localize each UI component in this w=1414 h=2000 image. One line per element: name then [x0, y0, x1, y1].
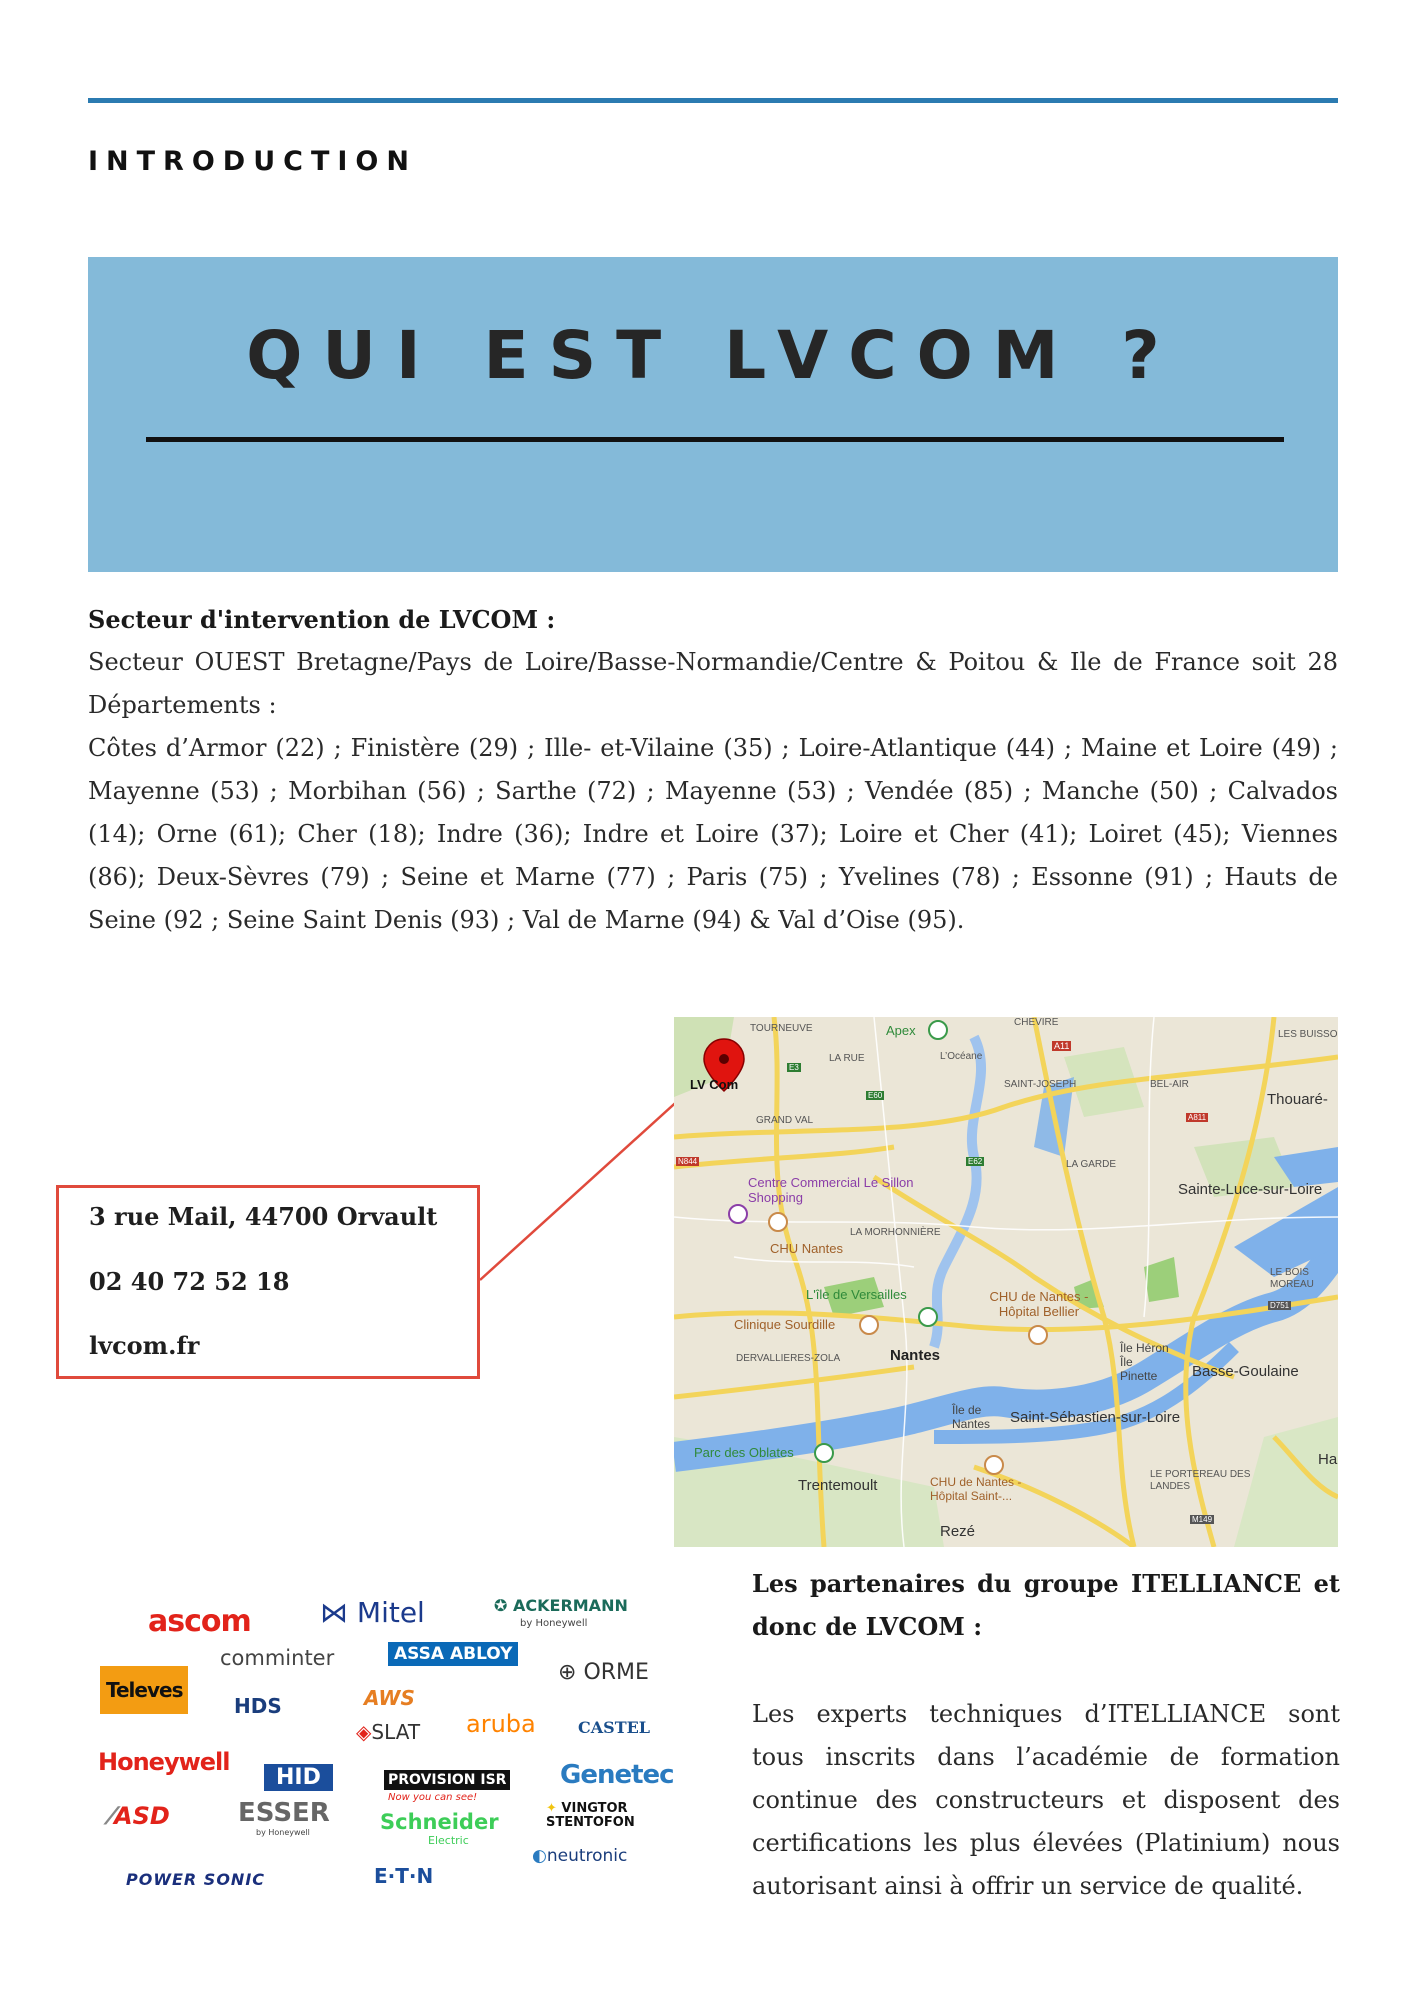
mitel-icon: ⋈	[320, 1596, 357, 1629]
hds-logo: HDS	[234, 1694, 282, 1718]
map-label: LA MORHONNIÈRE	[850, 1227, 941, 1238]
map-label: GRAND VAL	[756, 1115, 814, 1126]
map-label: Hau	[1318, 1451, 1338, 1468]
map-label: Rezé	[940, 1523, 976, 1540]
slat-icon: ◈	[356, 1720, 372, 1744]
map-label: LA RUE	[829, 1053, 865, 1064]
provision-logo: PROVISION ISR	[384, 1770, 511, 1790]
map-label: Parc des Oblates	[694, 1445, 794, 1460]
ackermann-sub: by Honeywell	[520, 1618, 588, 1629]
slat-logo: ◈SLAT	[356, 1720, 420, 1744]
orme-logo-text: ORME	[583, 1660, 649, 1685]
map-road-shield: E3	[787, 1063, 801, 1072]
neutronic-logo-text: neutronic	[546, 1846, 628, 1866]
map-label: L’Océane	[940, 1051, 983, 1062]
map-marker-label: LV Com	[690, 1077, 739, 1092]
map-road-shield: E60	[866, 1091, 885, 1100]
map-label: Nantes	[890, 1347, 941, 1364]
ackermann-logo: ✪ ACKERMANN	[494, 1596, 628, 1615]
contact-address: 3 rue Mail, 44700 Orvault	[89, 1202, 438, 1231]
map-label: L'île de Versailles	[806, 1287, 907, 1302]
contact-website[interactable]: lvcom.fr	[89, 1331, 199, 1360]
contact-box: 3 rue Mail, 44700 Orvault 02 40 72 52 18…	[56, 1185, 480, 1379]
map-road-shield: E62	[966, 1157, 985, 1166]
asd-logo: ⁄ASD	[110, 1802, 170, 1830]
mitel-logo-text: Mitel	[356, 1596, 425, 1629]
map-label: Sainte-Luce-sur-Loire	[1178, 1181, 1323, 1198]
orme-logo: ⊕ ORME	[558, 1660, 649, 1685]
map-road-shield: N844	[676, 1157, 700, 1166]
map-label: Île de Nantes	[952, 1403, 991, 1431]
comminter-logo: comminter	[220, 1646, 335, 1670]
map-label: LE BOIS MOREAU	[1270, 1267, 1314, 1290]
aruba-logo: aruba	[466, 1710, 536, 1738]
map-label: Basse-Goulaine	[1192, 1363, 1299, 1380]
map-label: LA GARDE	[1066, 1159, 1117, 1170]
honeywell-logo: Honeywell	[98, 1748, 230, 1776]
map-labels: TOURNEUVE Apex CHEVIRE LES BUISSO LA RUE…	[674, 1017, 1338, 1547]
mitel-logo: ⋈ Mitel	[320, 1596, 425, 1629]
map-label: LE PORTEREAU DES LANDES	[1150, 1469, 1251, 1492]
map-label: LES BUISSO	[1278, 1029, 1338, 1040]
esser-sub: by Honeywell	[256, 1828, 310, 1837]
contact-phone[interactable]: 02 40 72 52 18	[89, 1267, 289, 1296]
esser-logo: ESSER	[238, 1798, 330, 1828]
map-label: CHU de Nantes - Hôpital Saint-...	[930, 1475, 1022, 1503]
map-label: Thouaré-	[1267, 1091, 1328, 1108]
map-label: CHU Nantes	[770, 1241, 843, 1256]
map-label: CHEVIRE	[1014, 1017, 1059, 1028]
map-label: CHU de Nantes - Hôpital Bellier	[989, 1289, 1089, 1319]
map-label: Trentemoult	[798, 1477, 878, 1494]
schneider-logo: Schneider	[380, 1810, 499, 1834]
orme-icon: ⊕	[558, 1660, 584, 1685]
map-road-shield: D751	[1268, 1301, 1292, 1310]
televes-logo: Televes	[100, 1666, 189, 1714]
hid-logo: HID	[264, 1764, 333, 1791]
map-label: DERVALLIERES-ZOLA	[736, 1353, 841, 1364]
assa-abloy-logo: ASSA ABLOY	[388, 1642, 519, 1666]
partners-heading: Les partenaires du groupe ITELLIANCE et …	[752, 1569, 1340, 1641]
map-label: SAINT-JOSEPH	[1004, 1079, 1077, 1090]
map-label: BEL-AIR	[1150, 1079, 1189, 1090]
partner-logos: ascom ⋈ Mitel ✪ ACKERMANN by Honeywell c…	[88, 1580, 688, 1920]
vingtor-logo: ✦ VINGTOR STENTOFON	[546, 1802, 656, 1830]
map-label: TOURNEUVE	[750, 1023, 813, 1034]
ackermann-icon: ✪	[494, 1596, 513, 1615]
map-label: Apex	[886, 1023, 916, 1038]
vingtor-icon: ✦	[546, 1801, 562, 1816]
genetec-logo: Genetec	[560, 1760, 675, 1790]
map-road-shield: A11	[1052, 1041, 1072, 1051]
map-road-shield: M149	[1190, 1515, 1215, 1524]
neutronic-icon: ◐	[532, 1846, 547, 1866]
powersonic-logo: POWER SONIC	[126, 1870, 266, 1889]
eaton-logo: E·T·N	[374, 1864, 434, 1888]
map-label: Saint-Sébastien-sur-Loire	[1010, 1409, 1181, 1426]
location-map[interactable]: TOURNEUVE Apex CHEVIRE LES BUISSO LA RUE…	[674, 1017, 1338, 1547]
ackermann-logo-text: ACKERMANN	[512, 1596, 628, 1615]
castel-logo: CASTEL	[578, 1718, 651, 1737]
map-label: Centre Commercial Le Sillon Shopping	[748, 1175, 914, 1205]
aws-logo: AWS	[364, 1686, 415, 1710]
provision-tagline: Now you can see!	[388, 1792, 478, 1803]
partners-text: Les experts techniques d’ITELLIANCE sont…	[752, 1700, 1340, 1900]
map-road-shield: A811	[1186, 1113, 1209, 1122]
map-label: Clinique Sourdille	[734, 1317, 836, 1332]
neutronic-logo: ◐neutronic	[532, 1846, 627, 1866]
asd-logo-text: ASD	[114, 1802, 170, 1830]
map-label: Île Héron Île Pinette	[1120, 1341, 1169, 1383]
schneider-sub: Electric	[428, 1834, 469, 1847]
slat-logo-text: SLAT	[371, 1720, 421, 1744]
ascom-logo: ascom	[148, 1604, 252, 1639]
